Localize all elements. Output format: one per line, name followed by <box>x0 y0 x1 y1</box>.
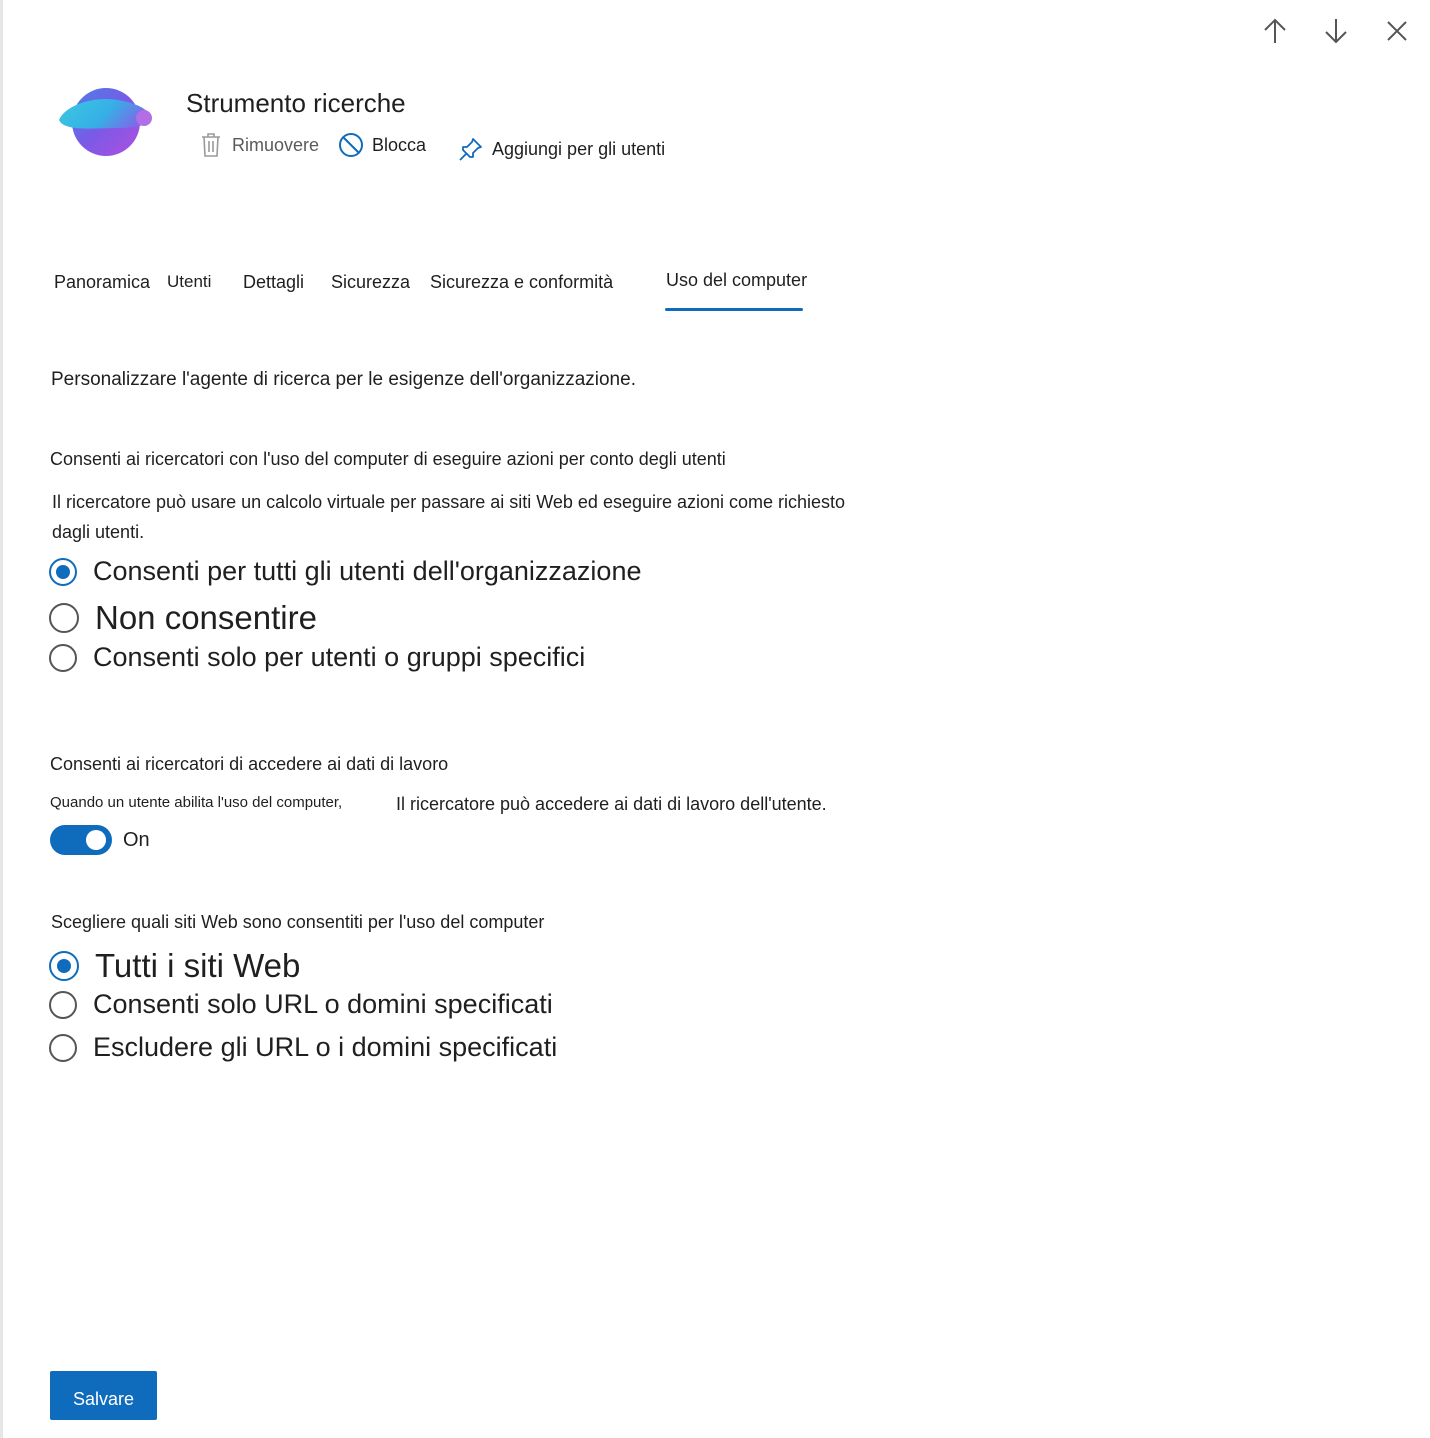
radio-label: Consenti per tutti gli utenti dell'organ… <box>93 556 642 586</box>
websites-heading: Scegliere quali siti Web sono consentiti… <box>51 912 545 932</box>
trash-icon <box>198 132 224 158</box>
radio-label: Consenti solo per utenti o gruppi specif… <box>93 642 586 672</box>
radio-allow-all-users[interactable]: Consenti per tutti gli utenti dell'organ… <box>49 556 641 587</box>
selected-tab-indicator <box>665 308 803 311</box>
pin-for-users-label: Aggiungi per gli utenti <box>492 138 666 159</box>
tab-overview[interactable]: Panoramica <box>54 272 150 293</box>
remove-button[interactable]: Rimuovere <box>198 132 319 158</box>
radio-allow-specific-users[interactable]: Consenti solo per utenti o gruppi specif… <box>49 642 585 673</box>
tab-computer-use[interactable]: Uso del computer <box>666 270 807 291</box>
radio-button[interactable] <box>49 990 77 1019</box>
work-data-description: Quando un utente abilita l'uso del compu… <box>50 794 343 811</box>
radio-button[interactable] <box>49 643 77 672</box>
tab-users[interactable]: Utenti <box>167 272 211 292</box>
app-logo-icon <box>59 88 152 156</box>
panel-edge <box>0 0 3 1438</box>
computer-use-description: Il ricercatore può usare un calcolo virt… <box>52 492 846 512</box>
radio-label: Non consentire <box>95 599 317 636</box>
work-data-heading: Consenti ai ricercatori di accedere ai d… <box>50 754 449 774</box>
save-button[interactable]: Salvare <box>50 1371 157 1420</box>
radio-exclude-specified-urls[interactable]: Escludere gli URL o i domini specificati <box>49 1032 557 1063</box>
block-button[interactable]: Blocca <box>338 132 426 158</box>
radio-button[interactable] <box>49 603 79 633</box>
app-title: Strumento ricerche <box>186 88 406 118</box>
tab-security[interactable]: Sicurezza <box>331 272 410 293</box>
radio-button[interactable] <box>49 1033 77 1062</box>
tab-security-compliance[interactable]: Sicurezza e conformità <box>430 272 613 293</box>
work-data-toggle[interactable] <box>50 825 112 855</box>
radio-label: Consenti solo URL o domini specificati <box>93 989 553 1019</box>
radio-do-not-allow[interactable]: Non consentire <box>49 599 317 637</box>
block-label: Blocca <box>372 134 427 155</box>
radio-button[interactable] <box>49 557 77 586</box>
computer-use-description-cont: dagli utenti. <box>52 522 145 542</box>
radio-allow-specified-urls[interactable]: Consenti solo URL o domini specificati <box>49 989 553 1020</box>
arrow-down-icon[interactable] <box>1319 14 1353 48</box>
intro-text: Personalizzare l'agente di ricerca per l… <box>51 369 636 390</box>
pin-for-users-button[interactable]: Aggiungi per gli utenti <box>458 136 665 162</box>
pin-icon <box>458 136 484 162</box>
block-icon <box>338 132 364 158</box>
radio-button[interactable] <box>49 951 79 981</box>
remove-label: Rimuovere <box>232 134 320 155</box>
radio-all-websites[interactable]: Tutti i siti Web <box>49 947 300 985</box>
computer-use-heading: Consenti ai ricercatori con l'uso del co… <box>50 449 726 469</box>
work-data-description-cont: Il ricercatore può accedere ai dati di l… <box>396 794 827 814</box>
close-icon[interactable] <box>1380 14 1414 48</box>
arrow-up-icon[interactable] <box>1258 14 1292 48</box>
radio-label: Escludere gli URL o i domini specificati <box>93 1032 558 1062</box>
radio-label: Tutti i siti Web <box>95 947 301 984</box>
toggle-state-label: On <box>123 829 150 851</box>
tab-details[interactable]: Dettagli <box>243 272 304 293</box>
